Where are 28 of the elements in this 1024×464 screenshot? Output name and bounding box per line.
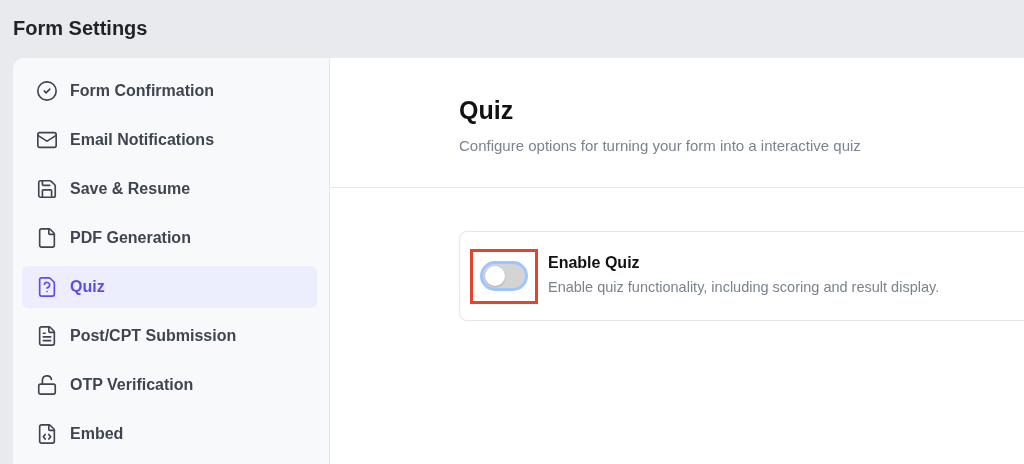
padlock-icon [36, 374, 58, 396]
sidebar-item-label: Embed [70, 425, 124, 443]
setting-description: Enable quiz functionality, including scoring and result display. [548, 278, 940, 295]
sidebar-item-label: Post/CPT Submission [70, 327, 237, 345]
code-file-icon [36, 423, 58, 445]
sidebar-item[interactable]: Post/CPT Submission [22, 315, 317, 357]
sidebar-item-label: Save & Resume [70, 180, 191, 198]
envelope-icon [36, 129, 58, 151]
sidebar-item[interactable]: Email Notifications [22, 119, 317, 161]
section-subtitle: Configure options for turning your form into a interactive quiz [459, 137, 862, 154]
section-title: Quiz [459, 96, 515, 125]
sidebar-item-label: Form Confirmation [70, 82, 214, 100]
setting-label: Enable Quiz [548, 253, 641, 272]
sidebar-item[interactable]: Save & Resume [22, 168, 317, 210]
question-file-icon [36, 276, 58, 298]
sidebar-item[interactable]: PDF Generation [22, 217, 317, 259]
sidebar-item-label: OTP Verification [70, 376, 194, 394]
page-title: Form Settings [13, 15, 149, 41]
sidebar-item-label: Quiz [70, 278, 105, 296]
sidebar-item[interactable]: OTP Verification [22, 364, 317, 406]
sidebar-item-label: PDF Generation [70, 229, 191, 247]
sidebar-item[interactable]: Embed [22, 413, 317, 455]
sidebar-item[interactable]: Form Confirmation [22, 70, 317, 112]
check-circle-icon [36, 80, 58, 102]
document-icon [36, 325, 58, 347]
toggle-switch[interactable] [480, 261, 528, 291]
sidebar-item-label: Email Notifications [70, 131, 215, 149]
sidebar-item[interactable]: Quiz [22, 266, 317, 308]
